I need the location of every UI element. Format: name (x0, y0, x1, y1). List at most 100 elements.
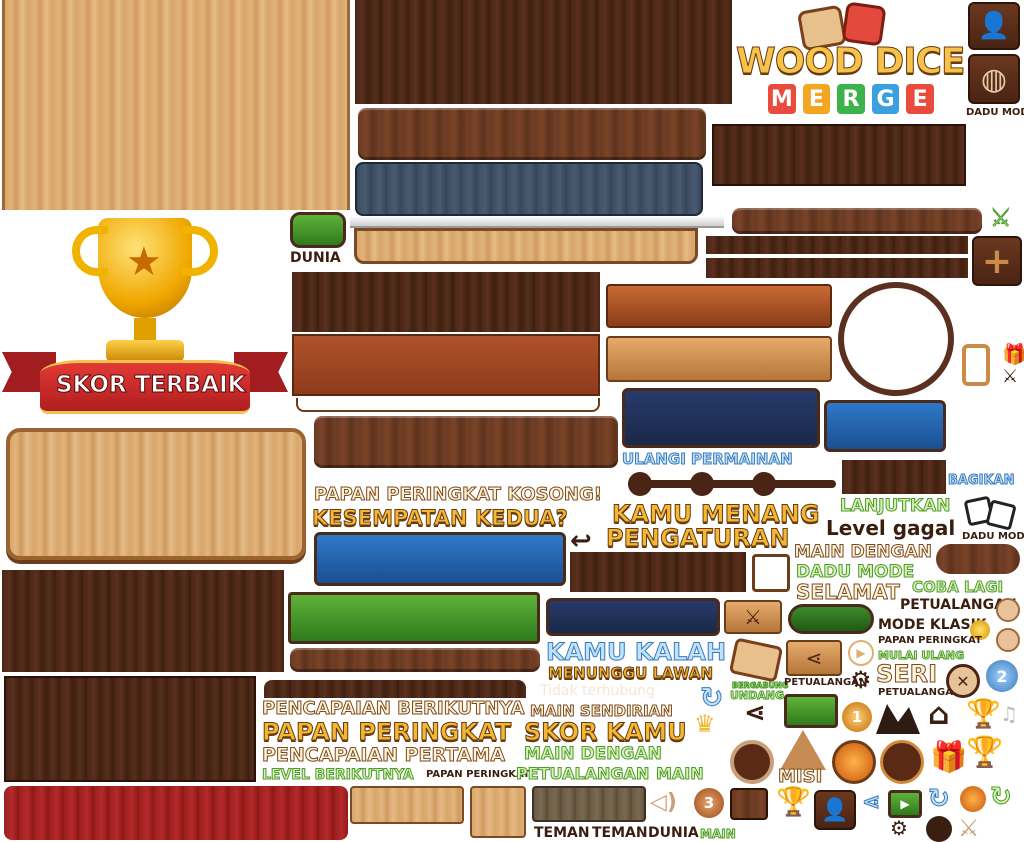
blue-button-small[interactable] (824, 400, 946, 452)
level-berikutnya-text: LEVEL BERIKUTNYA (262, 767, 415, 783)
orange-circle-button[interactable] (832, 740, 876, 784)
profile-button[interactable]: 👤 (814, 790, 856, 830)
trophy-icon-outline: 🏆 (966, 735, 1004, 770)
navy-bar (546, 598, 720, 636)
rank-3-badge: 3 (694, 788, 724, 818)
home-icon[interactable]: ⌂ (928, 700, 949, 730)
refresh-icon-blue[interactable]: ↻ (928, 786, 951, 813)
trophy-handle-left (72, 226, 108, 276)
teman-label-2: TEMAN (592, 825, 648, 841)
skor-kamu-text: SKOR KAMU (524, 718, 688, 746)
slider-knob[interactable] (752, 472, 776, 496)
main-text: MAIN (656, 764, 705, 783)
papan-peringkat-small-label: PAPAN PERINGKAT (878, 635, 982, 646)
dark-circle-button[interactable] (880, 740, 924, 784)
rank-1-badge: 1 (842, 702, 872, 732)
share-icon-blue[interactable]: ⋖ (861, 791, 880, 814)
dark-bar-small (290, 648, 540, 672)
swords-icon-tan: ⚔ (958, 814, 980, 842)
speaker-icon[interactable]: ◁) (650, 792, 677, 814)
dark-dot (926, 816, 952, 842)
add-friend-button[interactable]: 👤 (968, 2, 1020, 50)
small-dark-tile (730, 788, 768, 820)
dunia-label: DUNIA (290, 250, 341, 266)
map-icon (876, 704, 920, 734)
dark-wood-panel-bottom (4, 676, 256, 782)
logo-letter-m: M (766, 82, 798, 116)
pencapaian-berikutnya-text: PENCAPAIAN BERIKUTNYA (262, 698, 526, 719)
orange-dot (960, 786, 986, 812)
rank-2-label: 2 (996, 666, 1008, 686)
refresh-icon[interactable]: ↻ (699, 683, 723, 712)
trophy-star-icon: ★ (126, 239, 162, 285)
round-frame (838, 282, 954, 396)
papan-peringkat-text: PAPAN PERINGKAT (261, 718, 512, 746)
world-green-button[interactable] (290, 212, 346, 248)
play-icon: ▶ (856, 646, 866, 660)
teman-label-1: TEMAN (534, 825, 590, 841)
main-dengan-text: MAIN DENGAN (524, 744, 663, 764)
light-rail (350, 216, 724, 228)
skor-terbaik-label: SKOR TERBAIK (55, 372, 246, 398)
video-button[interactable]: ▶ (888, 790, 922, 818)
navy-panel (622, 388, 820, 448)
trophy-icon-tan: 🏆 (776, 785, 811, 818)
petualangan-text: PETUALANGAN (515, 764, 650, 783)
dice-pair-icon (963, 492, 1018, 532)
level-gagal-label: Level gagal (826, 516, 956, 540)
add-button[interactable]: + (972, 236, 1022, 286)
thin-plank-a (732, 208, 982, 234)
seri-heading: SERI (875, 660, 938, 688)
dark-wood-panel-top (355, 0, 732, 104)
logo-title: WOOD DICE (736, 41, 967, 82)
dunia-label-bottom: DUNIA (648, 825, 699, 841)
thin-dark-rail (264, 680, 526, 698)
green-square-button[interactable] (784, 694, 838, 728)
gear-icon-small[interactable]: ⚙ (890, 818, 908, 838)
blue-button-wide[interactable] (314, 532, 566, 586)
papan-peringkat-tiny-text: PAPAN PERINGKAT (426, 769, 530, 780)
tan-bar-1 (606, 336, 832, 382)
green-pill-button[interactable] (788, 604, 874, 634)
light-wood-tray (354, 228, 698, 264)
dark-plank-right (712, 124, 966, 186)
main-sendirian-text: MAIN SENDIRIAN (530, 702, 674, 720)
back-arrow-icon[interactable]: ↩ (570, 528, 592, 554)
trophy-handle-right (182, 226, 218, 276)
ulangi-permainan-label: ULANGI PERMAINAN (622, 450, 794, 468)
play-circle-icon[interactable]: ▶ (848, 640, 874, 666)
selamat-heading: SELAMAT (796, 580, 901, 604)
menunggu-lawan-heading: MENUNGGU LAWAN (547, 664, 714, 682)
white-square-frame (752, 554, 790, 592)
dark-square-plank (842, 460, 946, 494)
plus-icon: + (981, 240, 1013, 282)
olive-plank (532, 786, 646, 822)
brown-circle-button[interactable] (730, 740, 774, 784)
bagikan-label: BAGIKAN (948, 473, 1015, 488)
swords-button[interactable]: ⚔ (724, 600, 782, 634)
slider-knob[interactable] (690, 472, 714, 496)
coin-icon (996, 598, 1020, 622)
world-mode-button[interactable]: ◍ (968, 54, 1020, 104)
main-label-bottom: MAIN (700, 827, 737, 841)
share-icon-dark[interactable]: ⋖ (744, 700, 766, 726)
swords-icon: ⚔ (744, 605, 762, 629)
close-icon: ✕ (956, 671, 970, 691)
mission-icon (780, 730, 826, 770)
slider-knob[interactable] (628, 472, 652, 496)
logo-letter-e: E (800, 82, 833, 116)
close-button[interactable]: ✕ (946, 664, 980, 698)
thin-plank-c (706, 258, 968, 278)
tidak-terhubung-label: Tidak terhubung (540, 683, 655, 699)
rank-1-label: 1 (851, 708, 863, 726)
user-icon: 👤 (821, 797, 849, 823)
music-icon[interactable]: ♫ (1000, 704, 1018, 724)
slider-track[interactable] (628, 480, 836, 488)
dice-icon (841, 1, 887, 47)
share-button[interactable]: ⋖ (786, 640, 842, 676)
gift-icon: 🎁 (930, 740, 968, 775)
pengaturan-heading: PENGATURAN (605, 524, 790, 552)
refresh-icon-green[interactable]: ↻ (990, 784, 1013, 811)
green-button-wide[interactable] (288, 592, 540, 644)
phone-icon (962, 344, 990, 386)
